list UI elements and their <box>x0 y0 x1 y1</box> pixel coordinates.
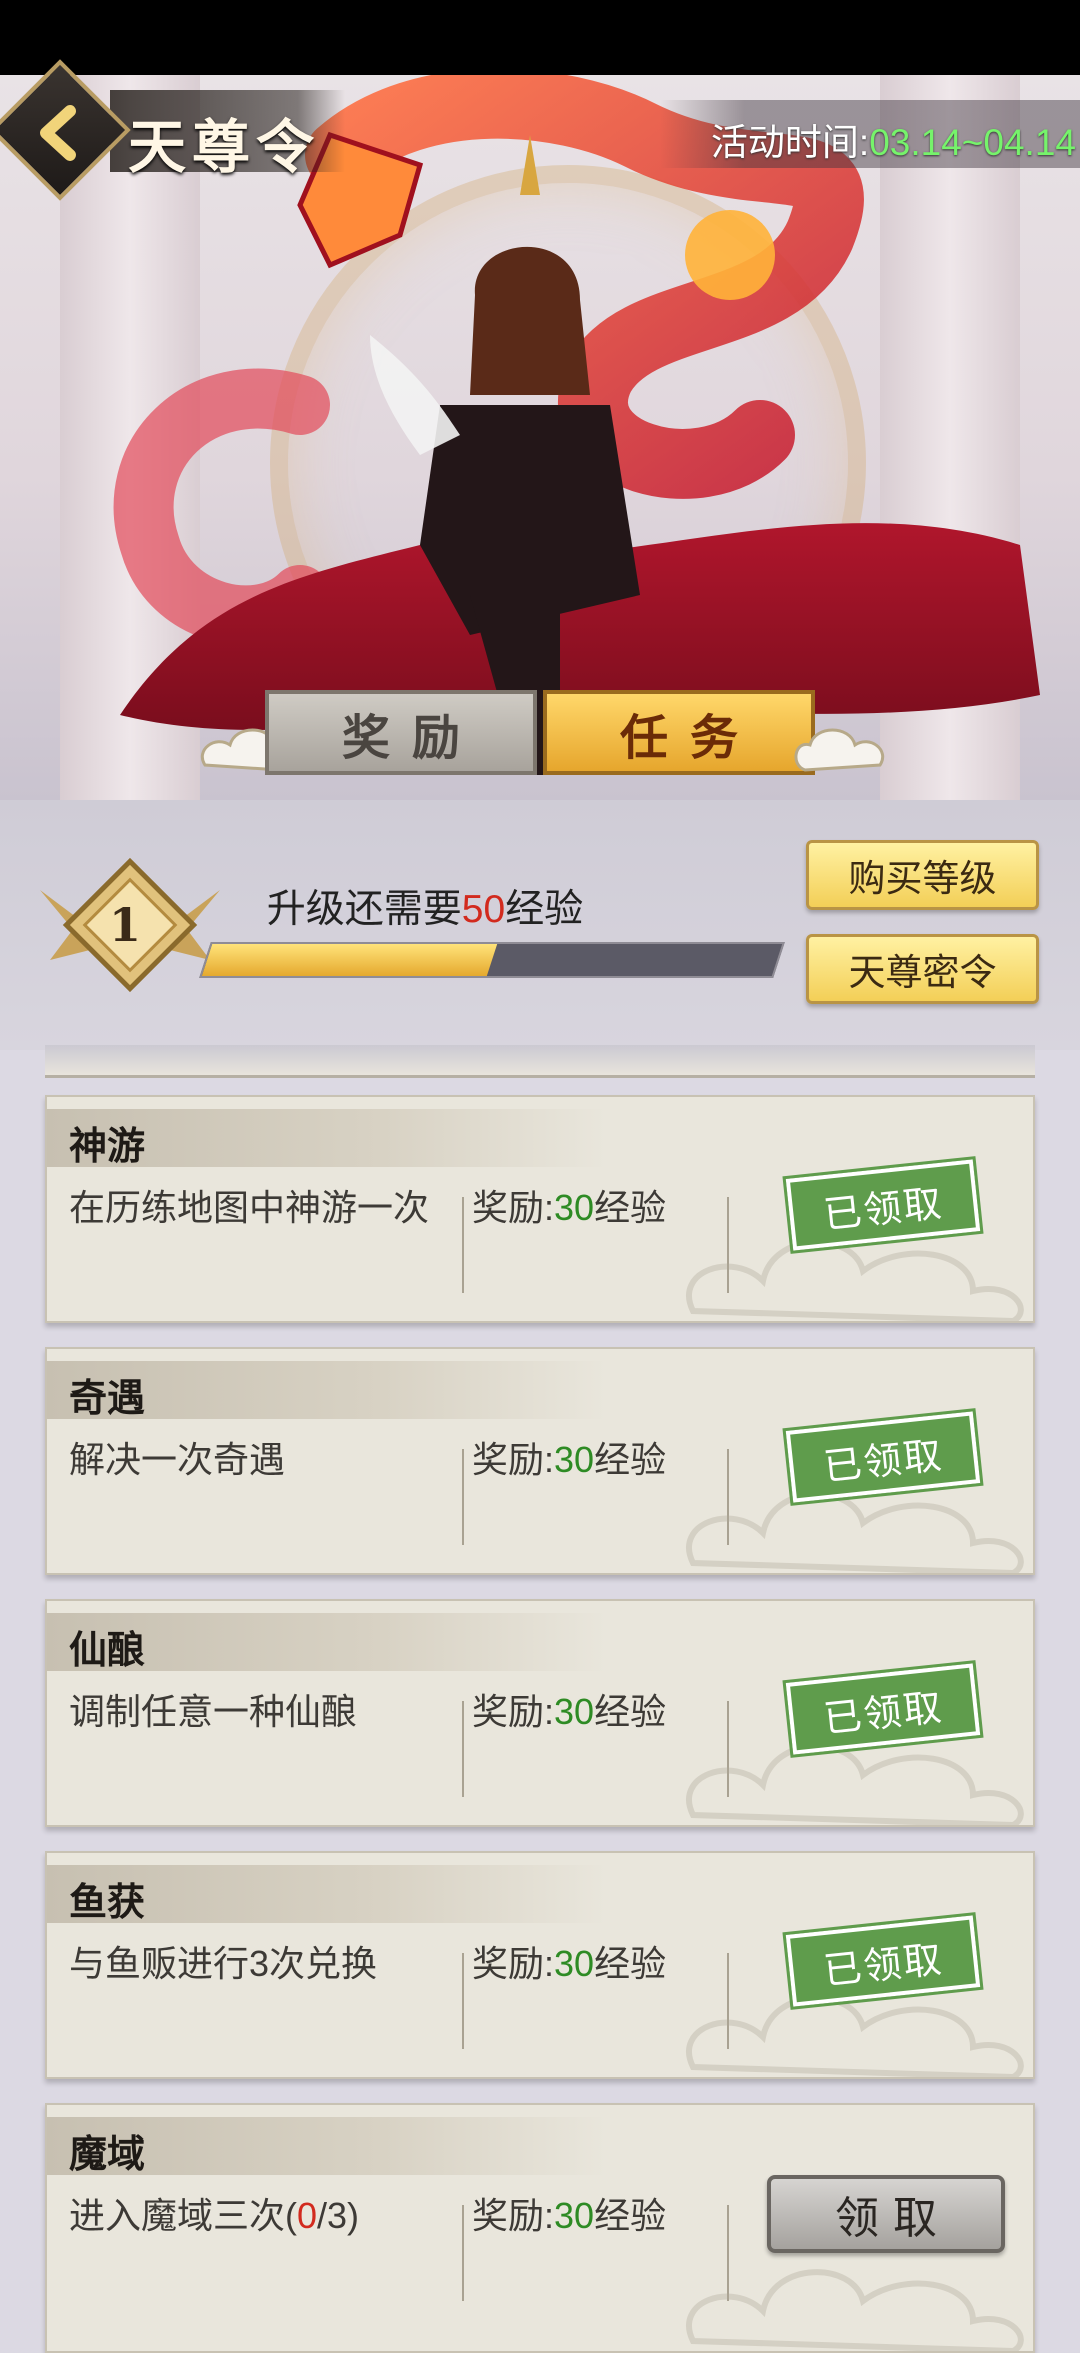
upgrade-prefix: 升级还需要 <box>266 888 462 931</box>
task-description: 在历练地图中神游一次 <box>69 1187 430 1228</box>
upgrade-requirement: 升级还需要50经验 <box>200 878 650 934</box>
claim-button[interactable]: 领取 <box>767 2175 1005 2253</box>
status-bar <box>0 0 1080 75</box>
task-reward: 奖励:30经验 <box>472 2195 667 2236</box>
task-card: 鱼获 与鱼贩进行3次兑换 奖励:30经验 已领取 <box>45 1851 1035 2079</box>
secret-order-button[interactable]: 天尊密令 <box>806 934 1039 1004</box>
buy-level-button[interactable]: 购买等级 <box>806 840 1039 910</box>
task-description: 进入魔域三次(0/3) <box>69 2195 360 2236</box>
upgrade-amount: 50 <box>461 888 506 931</box>
task-name: 魔域 <box>69 2131 146 2176</box>
exp-progress-fill <box>201 944 498 976</box>
page-title: 天尊令 <box>128 113 321 181</box>
task-reward: 奖励:30经验 <box>472 1943 667 1984</box>
task-name: 鱼获 <box>69 1879 146 1924</box>
task-reward: 奖励:30经验 <box>472 1691 667 1732</box>
task-description: 解决一次奇遇 <box>69 1439 286 1480</box>
event-time-label: 活动时间: <box>710 122 870 163</box>
event-time-value: 03.14~04.14 <box>869 122 1076 163</box>
task-card: 奇遇 解决一次奇遇 奖励:30经验 已领取 <box>45 1347 1035 1575</box>
level-number: 1 <box>108 898 141 952</box>
tab-rewards[interactable]: 奖励 <box>265 690 537 775</box>
exp-progress-bar <box>199 942 785 978</box>
task-description: 调制任意一种仙酿 <box>69 1691 358 1732</box>
task-name: 奇遇 <box>69 1375 146 1420</box>
cloud-ornament-icon <box>794 728 884 772</box>
task-reward: 奖励:30经验 <box>472 1439 667 1480</box>
event-time: 活动时间:03.14~04.14 <box>711 112 1076 166</box>
task-card: 魔域 进入魔域三次(0/3) 奖励:30经验 领取 <box>45 2103 1035 2353</box>
task-reward: 奖励:30经验 <box>472 1187 667 1228</box>
upgrade-suffix: 经验 <box>505 888 584 931</box>
task-name: 神游 <box>69 1123 146 1168</box>
task-card: 仙酿 调制任意一种仙酿 奖励:30经验 已领取 <box>45 1599 1035 1827</box>
list-top-edge <box>45 1045 1035 1078</box>
task-description: 与鱼贩进行3次兑换 <box>69 1943 378 1984</box>
task-card: 神游 在历练地图中神游一次 奖励:30经验 已领取 <box>45 1095 1035 1323</box>
chevron-left-icon[interactable] <box>30 103 90 163</box>
tab-tasks[interactable]: 任务 <box>543 690 815 775</box>
task-name: 仙酿 <box>69 1627 146 1672</box>
tab-bar: 奖励 任务 <box>201 690 884 785</box>
